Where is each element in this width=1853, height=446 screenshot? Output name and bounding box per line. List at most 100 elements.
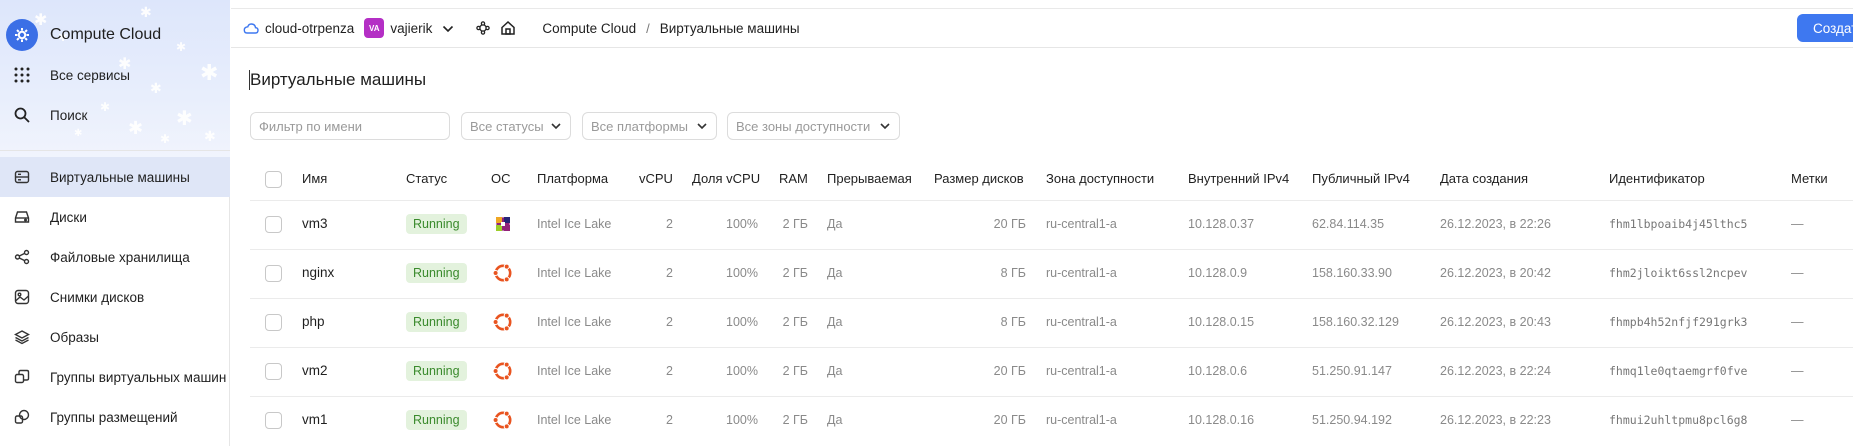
sidebar-brand[interactable]: Compute Cloud [0,15,230,55]
column-header-ram[interactable]: RAM [779,171,808,186]
group-icon [12,367,32,387]
disk-size-cell: 8 ГБ [1000,315,1026,329]
image-icon [12,287,32,307]
preemptible-cell: Да [827,413,843,427]
breadcrumb-root[interactable]: Compute Cloud [542,21,636,36]
vcpu-cell: 2 [666,364,673,378]
status-badge: Running [406,312,467,332]
ubuntu-icon [491,408,515,432]
network-icon[interactable] [476,21,491,35]
internal-ip-cell: 10.128.0.37 [1188,217,1255,231]
ram-cell: 2 ГБ [782,413,808,427]
sidebar-item-label: Все сервисы [50,67,130,83]
internal-ip-cell: 10.128.0.16 [1188,413,1255,427]
breadcrumb-separator: / [646,20,650,36]
public-ip-cell: 51.250.91.147 [1312,364,1392,378]
user-name[interactable]: vajierik [390,21,432,36]
row-checkbox[interactable] [265,314,282,331]
platform-filter-select[interactable]: Все платформы [582,112,717,140]
name-filter-input[interactable]: Фильтр по имени [250,112,450,140]
search-icon [12,105,32,125]
platform-cell: Intel Ice Lake [537,364,612,378]
vm-id-cell: fhmui2uhltpmu8pcl6g8 [1609,413,1748,427]
column-header-disk-size[interactable]: Размер дисков [934,171,1024,186]
vm-id-cell: fhmq1le0qtaemgrf0fve [1609,364,1748,378]
vm-name-link[interactable]: vm2 [302,363,328,378]
sidebar-item-placement-groups[interactable]: Группы размещений [0,397,230,437]
vcpu-cell: 2 [666,413,673,427]
created-date-cell: 26.12.2023, в 22:24 [1440,364,1551,378]
create-button[interactable]: Создать [1797,14,1853,42]
share-icon [12,247,32,267]
sidebar-item-all-services[interactable]: Все сервисы [0,55,230,95]
public-ip-cell: 158.160.33.90 [1312,266,1392,280]
column-header-id[interactable]: Идентификатор [1609,171,1705,186]
ram-cell: 2 ГБ [782,217,808,231]
vm-icon [12,167,32,187]
sidebar-item-label: Группы размещений [50,409,178,425]
sidebar-item-search[interactable]: Поиск [0,95,230,135]
row-checkbox[interactable] [265,265,282,282]
sidebar-item-label: Снимки дисков [50,289,145,305]
sidebar-item-disk-snapshots[interactable]: Снимки дисков [0,277,230,317]
cloud-name: cloud-otrpenza [265,20,355,36]
select-all-checkbox[interactable] [265,171,282,188]
internal-ip-cell: 10.128.0.15 [1188,315,1255,329]
internal-ip-cell: 10.128.0.6 [1188,364,1248,378]
avatar[interactable]: VA [364,18,385,38]
column-header-labels[interactable]: Метки [1791,171,1828,186]
labels-cell: — [1791,315,1804,329]
labels-cell: — [1791,217,1804,231]
ram-cell: 2 ГБ [782,315,808,329]
status-filter-value: Все статусы [470,118,544,134]
column-header-created[interactable]: Дата создания [1440,171,1528,186]
vm-name-link[interactable]: php [302,314,325,329]
sidebar-item-vm-groups[interactable]: Группы виртуальных машин [0,357,230,397]
cloud-icon [243,23,259,34]
home-icon[interactable] [500,20,516,36]
sidebar-item-label: Диски [50,209,87,225]
platform-cell: Intel Ice Lake [537,266,612,280]
zone-filter-select[interactable]: Все зоны доступности [727,112,900,140]
zone-cell: ru-central1-a [1046,217,1117,231]
column-header-preemptible[interactable]: Прерываемая [827,171,912,186]
status-filter-select[interactable]: Все статусы [461,112,571,140]
vm-name-link[interactable]: vm1 [302,412,328,427]
column-header-os[interactable]: ОС [491,171,511,186]
placement-icon [12,407,32,427]
chevron-down-icon[interactable] [442,21,454,36]
grid-icon [12,65,32,85]
row-divider [250,347,1853,348]
sidebar-item-file-storages[interactable]: Файловые хранилища [0,237,230,277]
column-header-zone[interactable]: Зона доступности [1046,171,1154,186]
vm-name-link[interactable]: nginx [302,265,334,280]
sidebar-item-disks[interactable]: Диски [0,197,230,237]
column-header-platform[interactable]: Платформа [537,171,608,186]
column-header-internal-ip[interactable]: Внутренний IPv4 [1188,171,1289,186]
disk-size-cell: 20 ГБ [993,413,1026,427]
sidebar-item-label: Поиск [50,107,88,123]
cloud-selector[interactable]: cloud-otrpenza [243,21,354,36]
vcpu-cell: 2 [666,217,673,231]
disk-size-cell: 20 ГБ [993,217,1026,231]
column-header-vcpu[interactable]: vCPU [639,171,673,186]
page-title: Виртуальные машины [250,70,427,89]
vcpu-share-cell: 100% [726,266,758,280]
vm-id-cell: fhmpb4h52nfjf291grk3 [1609,315,1748,329]
internal-ip-cell: 10.128.0.9 [1188,266,1248,280]
vcpu-cell: 2 [666,266,673,280]
ram-cell: 2 ГБ [782,266,808,280]
vm-name-link[interactable]: vm3 [302,216,328,231]
row-checkbox[interactable] [265,363,282,380]
sidebar-item-images[interactable]: Образы [0,317,230,357]
chevron-down-icon [879,120,891,135]
column-header-status[interactable]: Статус [406,171,447,186]
column-header-vcpu-share[interactable]: Доля vCPU [692,171,760,186]
preemptible-cell: Да [827,364,843,378]
row-checkbox[interactable] [265,216,282,233]
column-header-name[interactable]: Имя [302,171,327,186]
table-header-divider [250,200,1853,201]
sidebar-item-virtual-machines[interactable]: Виртуальные машины [0,157,230,197]
column-header-public-ip[interactable]: Публичный IPv4 [1312,171,1410,186]
row-checkbox[interactable] [265,412,282,429]
